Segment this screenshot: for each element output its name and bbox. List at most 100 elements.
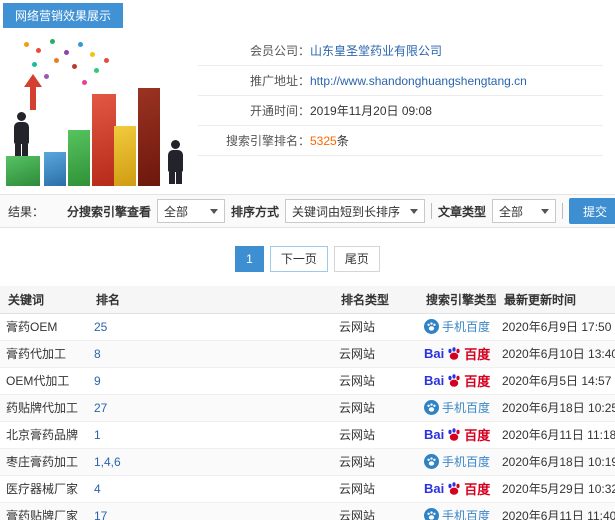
baidu-paw-icon	[448, 428, 460, 441]
rank-type-text: 云网站	[339, 401, 376, 415]
mobile-paw-icon	[424, 400, 439, 415]
growth-arrow-icon	[24, 74, 42, 110]
engine-rank-label: 搜索引擎排名：	[225, 134, 310, 148]
keyword-cell: 膏药贴牌厂家	[0, 502, 88, 520]
baidu-logo-icon: Bai 百度	[424, 425, 490, 444]
businessman-right	[164, 140, 186, 184]
rank-type-cell: 云网站	[333, 313, 418, 341]
sort-filter-value: 关键词由短到长排序	[291, 204, 400, 219]
rank-type-text: 云网站	[339, 347, 376, 361]
updated-text: 2020年6月9日 17:50	[502, 320, 612, 334]
table-row: 药贴牌代加工 27 云网站 Bai 百度	[0, 394, 615, 422]
column-header-keyword: 关键词	[0, 286, 88, 314]
rank-link[interactable]: 4	[94, 482, 101, 496]
rank-cell: 25	[88, 313, 333, 341]
bar-green	[68, 130, 90, 186]
table-header-row: 关键词 排名 排名类型 搜索引擎类型 最新更新时间	[0, 286, 615, 314]
rank-link[interactable]: 17	[94, 509, 107, 520]
engine-rank-count: 5325	[310, 134, 337, 148]
engine-filter-value: 全部	[163, 204, 188, 219]
updated-cell: 2020年6月11日 11:40	[496, 502, 615, 520]
rank-link[interactable]: 1,4,6	[94, 455, 121, 469]
column-header-rank: 排名	[88, 286, 333, 314]
updated-cell: 2020年6月5日 14:57	[496, 367, 615, 395]
rank-cell: 27	[88, 394, 333, 422]
baidu-logo-bai: Bai	[424, 427, 445, 442]
rank-cell: 17	[88, 502, 333, 520]
rank-link[interactable]: 1	[94, 428, 101, 442]
rank-link[interactable]: 27	[94, 401, 107, 415]
engine-cell: Bai 百度	[418, 421, 496, 449]
promo-url-link[interactable]: http://www.shandonghuangshengtang.cn	[310, 74, 527, 88]
engine-cell: Bai 百度	[418, 475, 496, 503]
baidu-logo-du: 百度	[464, 482, 491, 497]
rank-type-text: 云网站	[339, 455, 376, 469]
bar-yellow	[114, 126, 136, 186]
rank-link[interactable]: 8	[94, 347, 101, 361]
chart-illustration	[4, 34, 192, 186]
keyword-text: 膏药贴牌厂家	[6, 509, 79, 520]
mobile-paw-icon	[424, 508, 439, 520]
mobile-baidu-icon: 手机百度	[424, 318, 490, 335]
engine-cell: Bai 百度	[418, 340, 496, 368]
table-row: 膏药OEM 25 云网站 Bai 百度	[0, 313, 615, 341]
last-page-button[interactable]: 尾页	[333, 246, 380, 272]
mobile-baidu-icon: 手机百度	[424, 399, 490, 416]
keyword-cell: 北京膏药品牌	[0, 421, 88, 449]
chevron-down-icon	[409, 209, 418, 218]
bar-red	[92, 94, 116, 186]
engine-filter-select[interactable]: 全部	[156, 199, 225, 223]
mobile-paw-icon	[424, 319, 439, 334]
keyword-text: 膏药OEM	[6, 320, 58, 334]
updated-text: 2020年5月29日 10:32	[502, 482, 615, 496]
baidu-logo-bai: Bai	[424, 373, 445, 388]
engine-cell: Bai 百度	[418, 313, 496, 341]
pagination: 1 下一页 尾页	[0, 246, 615, 272]
keyword-text: 膏药代加工	[6, 347, 67, 361]
rank-type-text: 云网站	[339, 374, 376, 388]
engine-filter-label: 分搜索引擎查看	[66, 204, 151, 219]
article-type-select[interactable]: 全部	[491, 199, 556, 223]
bar-blue	[44, 152, 66, 186]
table-row: 医疗器械厂家 4 云网站 Bai 百度 2020年5月29日 10:32	[0, 475, 615, 503]
rank-type-cell: 云网站	[333, 475, 418, 503]
mobile-baidu-label: 手机百度	[442, 455, 491, 469]
rank-cell: 8	[88, 340, 333, 368]
page-button-current[interactable]: 1	[235, 246, 264, 272]
company-link[interactable]: 山东皇圣堂药业有限公司	[310, 42, 442, 59]
baidu-logo-icon: Bai 百度	[424, 479, 490, 498]
account-info-rows: 会员公司： 山东皇圣堂药业有限公司 推广地址： http://www.shand…	[198, 36, 603, 190]
window-title-tab: 网络营销效果展示	[3, 3, 124, 28]
keyword-text: OEM代加工	[6, 374, 70, 388]
keyword-text: 医疗器械厂家	[6, 482, 79, 496]
baidu-paw-icon	[448, 347, 460, 360]
baidu-logo-icon: Bai 百度	[424, 371, 490, 390]
updated-text: 2020年6月11日 11:18	[502, 428, 615, 442]
keyword-cell: 枣庄膏药加工	[0, 448, 88, 476]
rank-type-cell: 云网站	[333, 367, 418, 395]
updated-cell: 2020年5月29日 10:32	[496, 475, 615, 503]
rank-type-cell: 云网站	[333, 340, 418, 368]
updated-text: 2020年6月18日 10:25	[502, 401, 615, 415]
table-row: OEM代加工 9 云网站 Bai 百度 2020年6月5日 14:57	[0, 367, 615, 395]
rank-link[interactable]: 25	[94, 320, 107, 334]
rank-link[interactable]: 9	[94, 374, 101, 388]
rank-type-cell: 云网站	[333, 394, 418, 422]
rank-type-cell: 云网站	[333, 502, 418, 520]
bar-green-platform	[6, 156, 40, 186]
submit-button[interactable]: 提交	[568, 198, 615, 224]
keyword-text: 枣庄膏药加工	[6, 455, 79, 469]
rank-cell: 9	[88, 367, 333, 395]
baidu-paw-icon	[448, 482, 460, 495]
sort-filter-select[interactable]: 关键词由短到长排序	[284, 199, 425, 223]
next-page-button[interactable]: 下一页	[269, 246, 328, 272]
results-table: 关键词 排名 排名类型 搜索引擎类型 最新更新时间 膏药OEM 25 云网站 B…	[0, 286, 615, 520]
updated-cell: 2020年6月18日 10:25	[496, 394, 615, 422]
rank-type-text: 云网站	[339, 320, 376, 334]
open-time-value: 2019年11月20日 09:08	[310, 104, 432, 118]
results-table-body: 膏药OEM 25 云网站 Bai 百度	[0, 313, 615, 520]
chevron-down-icon	[209, 209, 218, 218]
mobile-baidu-label: 手机百度	[442, 320, 491, 334]
table-row: 膏药贴牌厂家 17 云网站 Bai 百度	[0, 502, 615, 520]
mobile-baidu-label: 手机百度	[442, 509, 491, 520]
